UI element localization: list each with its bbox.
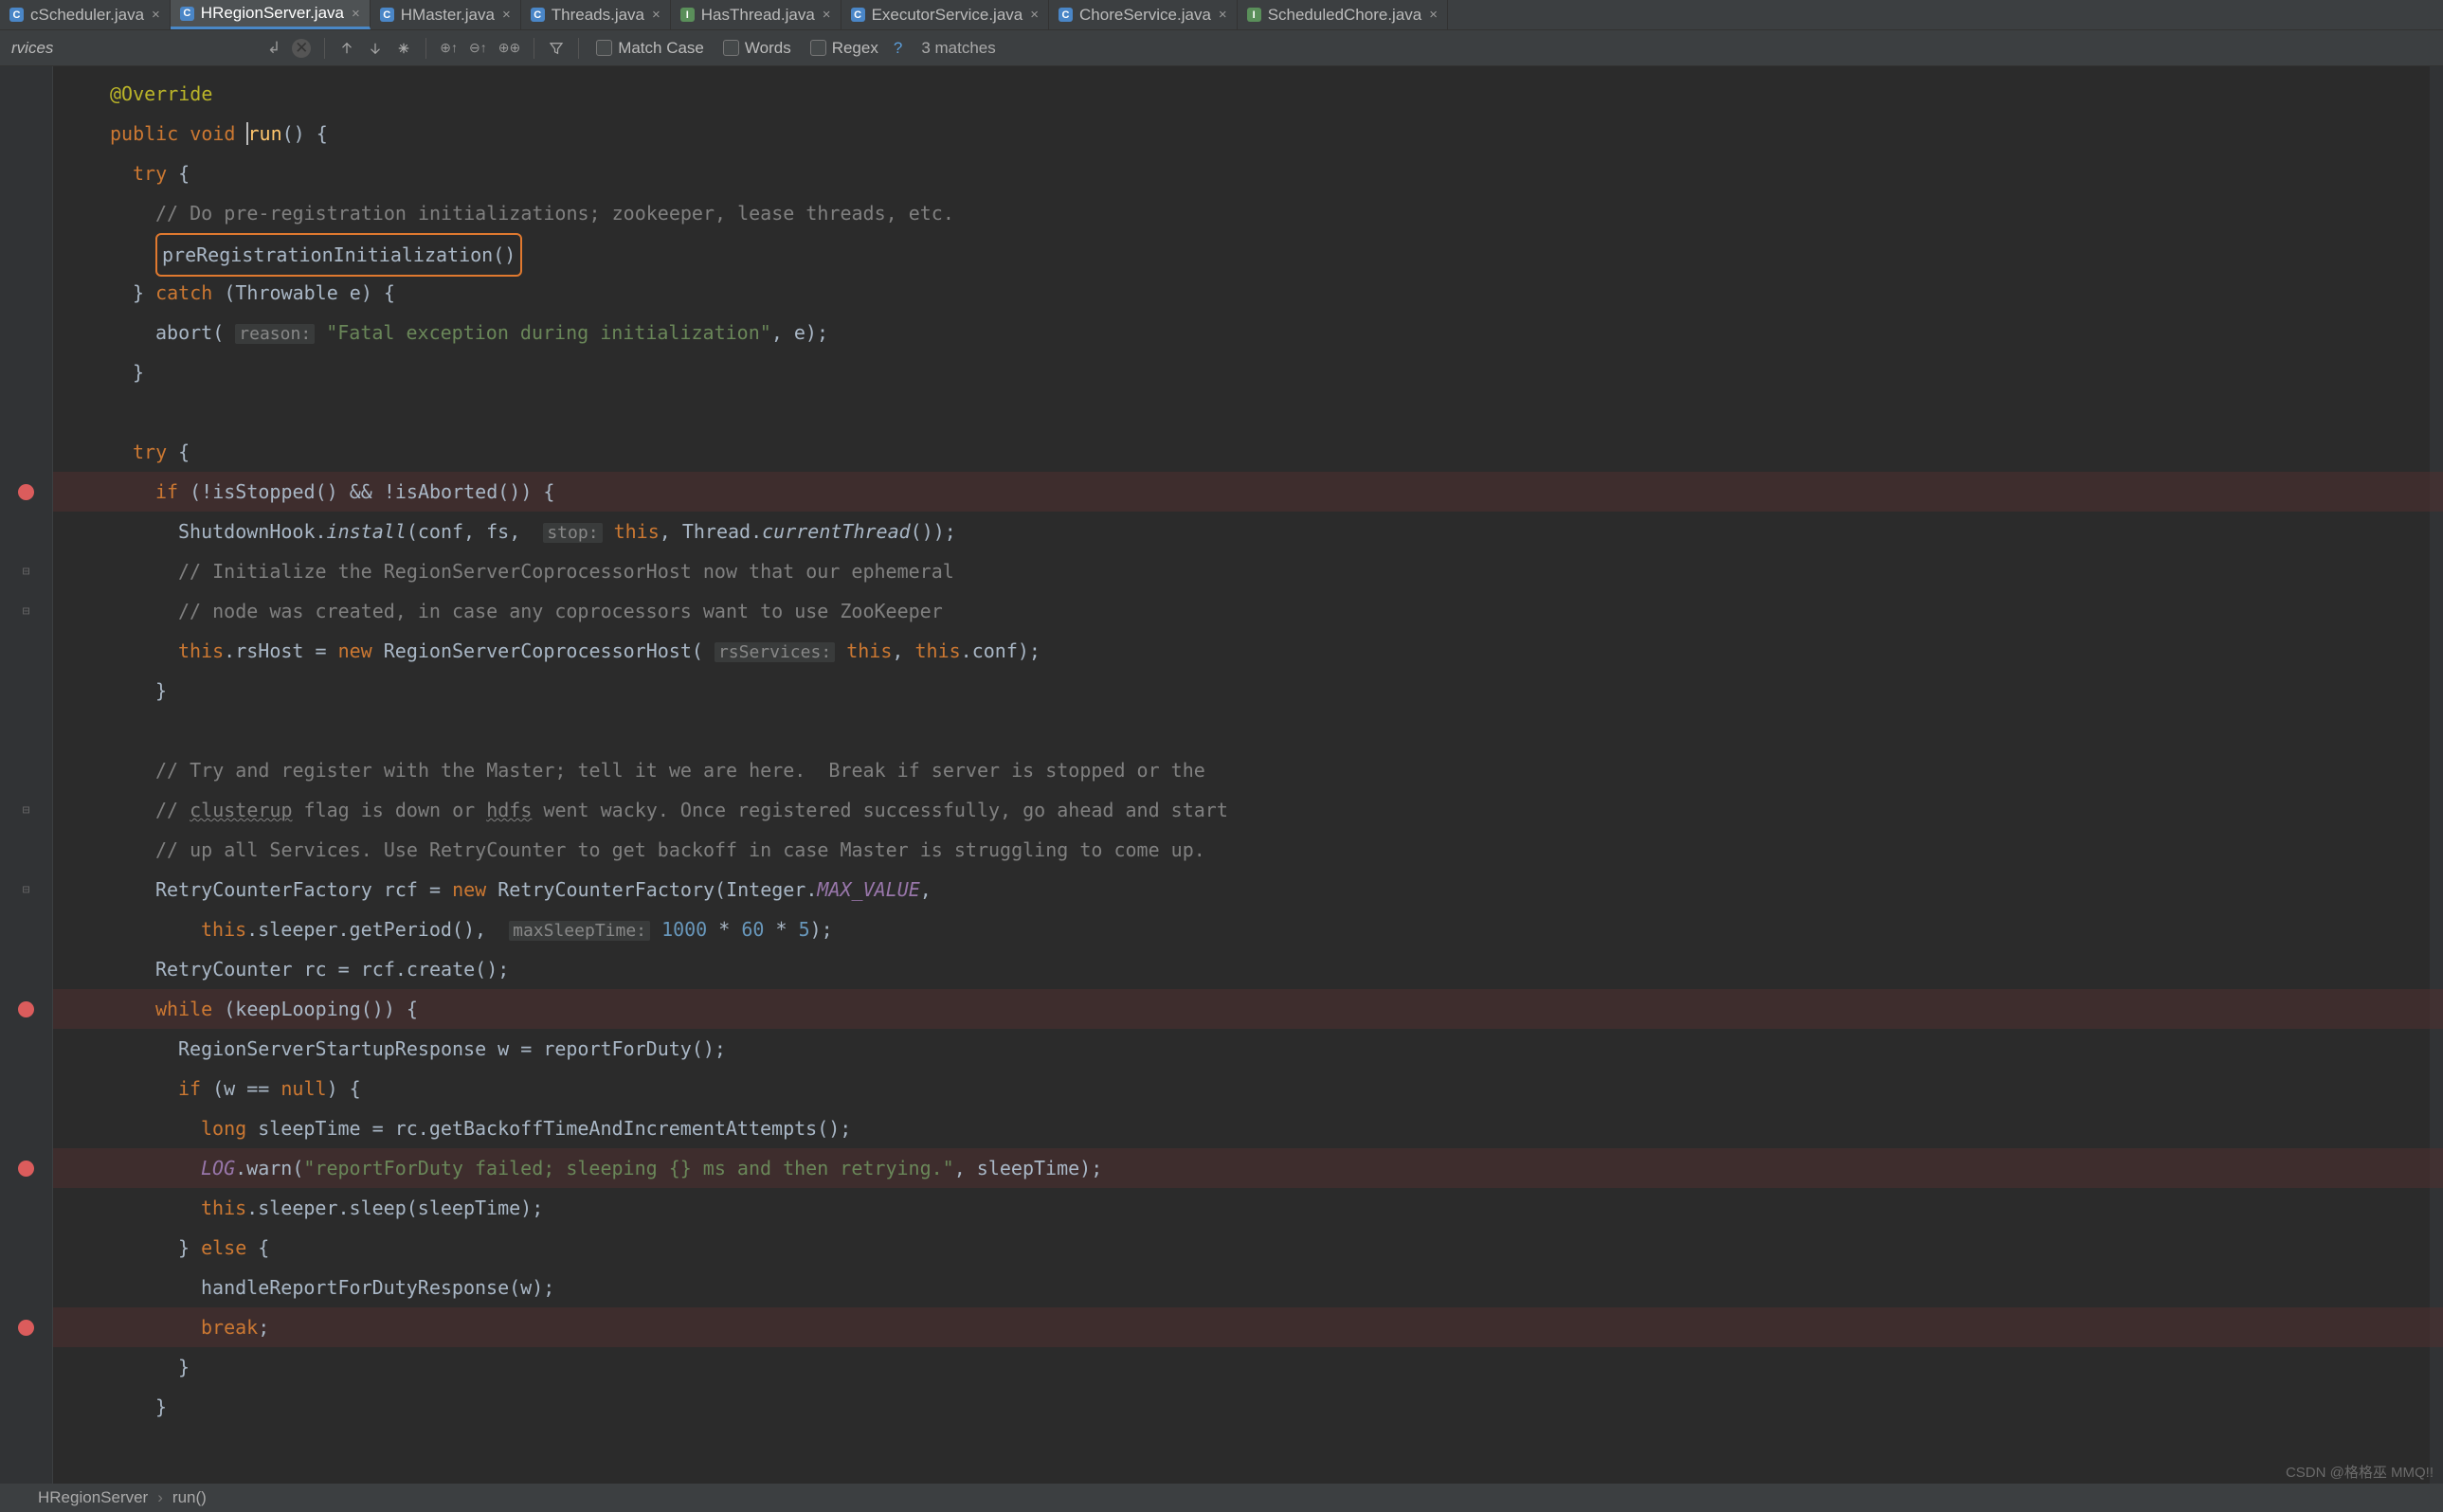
code-line[interactable]: } <box>53 1387 167 1427</box>
match-count: 3 matches <box>921 39 995 58</box>
code-line[interactable]: // Try and register with the Master; tel… <box>53 750 1205 790</box>
words-checkbox[interactable]: Words <box>723 39 791 58</box>
code-line[interactable]: try { <box>53 153 190 193</box>
interface-file-icon: I <box>680 8 695 22</box>
java-file-icon: C <box>1059 8 1073 22</box>
code-line[interactable]: // Do pre-registration initializations; … <box>53 193 954 233</box>
code-line[interactable]: this.sleeper.getPeriod(), maxSleepTime: … <box>53 909 833 949</box>
java-file-icon: C <box>851 8 865 22</box>
breakpoint-icon[interactable] <box>18 484 34 500</box>
gutter[interactable]: ⊟ ⊟ ⊟ ⊟ <box>0 66 53 1484</box>
close-icon[interactable]: × <box>352 6 360 22</box>
code-line[interactable]: this.sleeper.sleep(sleepTime); <box>53 1188 543 1228</box>
code-line[interactable]: handleReportForDutyResponse(w); <box>53 1268 554 1307</box>
chevron-right-icon: › <box>157 1488 163 1507</box>
close-icon[interactable]: × <box>1030 7 1039 23</box>
code-line[interactable]: break; <box>53 1307 269 1347</box>
tab-7[interactable]: IScheduledChore.java× <box>1238 0 1448 29</box>
code-line[interactable]: preRegistrationInitialization() <box>53 233 522 273</box>
breadcrumb: HRegionServer › run() <box>0 1484 2443 1512</box>
crumb-method[interactable]: run() <box>172 1488 207 1507</box>
close-icon[interactable]: × <box>652 7 661 23</box>
prev-match-icon[interactable] <box>338 40 355 57</box>
code-line[interactable]: abort( reason: "Fatal exception during i… <box>53 313 828 352</box>
close-icon[interactable]: × <box>152 7 160 23</box>
tab-2[interactable]: CHMaster.java× <box>371 0 521 29</box>
java-file-icon: C <box>9 8 24 22</box>
tab-5[interactable]: CExecutorService.java× <box>841 0 1049 29</box>
code-line[interactable]: long sleepTime = rc.getBackoffTimeAndInc… <box>53 1108 851 1148</box>
breakpoint-icon[interactable] <box>18 1320 34 1336</box>
tab-4[interactable]: IHasThread.java× <box>671 0 841 29</box>
select-all-icon[interactable] <box>395 40 412 57</box>
code-line[interactable]: // clusterup flag is down or hdfs went w… <box>53 790 1228 830</box>
find-input[interactable] <box>6 37 262 60</box>
watermark: CSDN @格格巫 MMQ!! <box>2286 1462 2434 1482</box>
editor-tabs: CcScheduler.java× CHRegionServer.java× C… <box>0 0 2443 30</box>
code-line[interactable]: // up all Services. Use RetryCounter to … <box>53 830 1205 870</box>
tab-6[interactable]: CChoreService.java× <box>1049 0 1238 29</box>
tab-1[interactable]: CHRegionServer.java× <box>171 0 371 29</box>
crumb-class[interactable]: HRegionServer <box>38 1488 148 1507</box>
add-selection-icon[interactable]: ⊕↑ <box>440 40 458 56</box>
code-line[interactable]: ShutdownHook.install(conf, fs, stop: thi… <box>53 512 956 551</box>
code-line[interactable]: if (!isStopped() && !isAborted()) { <box>53 472 554 512</box>
code-line[interactable]: } catch (Throwable e) { <box>53 273 395 313</box>
code-line[interactable]: } <box>53 1347 190 1387</box>
java-file-icon: C <box>380 8 394 22</box>
code-line[interactable]: } <box>53 352 144 392</box>
close-icon[interactable]: × <box>502 7 511 23</box>
fold-icon[interactable]: ⊟ <box>23 803 30 818</box>
fold-icon[interactable]: ⊟ <box>23 604 30 619</box>
code-line[interactable]: // Initialize the RegionServerCoprocesso… <box>53 551 954 591</box>
code-line[interactable]: @Override <box>53 74 212 114</box>
fold-icon[interactable]: ⊟ <box>23 565 30 579</box>
interface-file-icon: I <box>1247 8 1261 22</box>
clear-icon[interactable]: ✕ <box>292 39 311 58</box>
code-line[interactable]: RetryCounterFactory rcf = new RetryCount… <box>53 870 932 909</box>
code-line[interactable]: RetryCounter rc = rcf.create(); <box>53 949 509 989</box>
error-stripe[interactable] <box>2430 66 2443 1484</box>
breakpoint-icon[interactable] <box>18 1001 34 1017</box>
close-icon[interactable]: × <box>823 7 831 23</box>
tab-3[interactable]: CThreads.java× <box>521 0 671 29</box>
code-line[interactable]: // node was created, in case any coproce… <box>53 591 943 631</box>
next-match-icon[interactable] <box>367 40 384 57</box>
close-icon[interactable]: × <box>1219 7 1227 23</box>
code-line[interactable]: LOG.warn("reportForDuty failed; sleeping… <box>53 1148 1102 1188</box>
regex-checkbox[interactable]: Regex <box>810 39 878 58</box>
breakpoint-icon[interactable] <box>18 1161 34 1177</box>
fold-icon[interactable]: ⊟ <box>23 883 30 897</box>
newline-icon[interactable]: ↲ <box>267 39 280 58</box>
code-line[interactable]: try { <box>53 432 190 472</box>
find-bar: ↲ ✕ ⊕↑ ⊖↑ ⊕⊕ Match Case Words Regex ? 3 … <box>0 30 2443 66</box>
code-line[interactable]: } else { <box>53 1228 269 1268</box>
close-icon[interactable]: × <box>1429 7 1438 23</box>
code-line[interactable]: public void run() { <box>53 114 328 153</box>
code-line[interactable]: RegionServerStartupResponse w = reportFo… <box>53 1029 726 1069</box>
remove-selection-icon[interactable]: ⊖↑ <box>469 40 487 56</box>
java-file-icon: C <box>180 7 194 21</box>
match-case-checkbox[interactable]: Match Case <box>596 39 704 58</box>
code-line[interactable]: this.rsHost = new RegionServerCoprocesso… <box>53 631 1041 671</box>
help-icon[interactable]: ? <box>894 39 902 58</box>
code-line[interactable]: } <box>53 671 167 711</box>
tab-0[interactable]: CcScheduler.java× <box>0 0 171 29</box>
filter-icon[interactable] <box>548 40 565 57</box>
java-file-icon: C <box>531 8 545 22</box>
code-editor[interactable]: @Overridepublic void run() {try {// Do p… <box>53 66 2443 1484</box>
select-all-occ-icon[interactable]: ⊕⊕ <box>498 40 520 56</box>
code-line[interactable]: while (keepLooping()) { <box>53 989 418 1029</box>
code-line[interactable]: if (w == null) { <box>53 1069 361 1108</box>
